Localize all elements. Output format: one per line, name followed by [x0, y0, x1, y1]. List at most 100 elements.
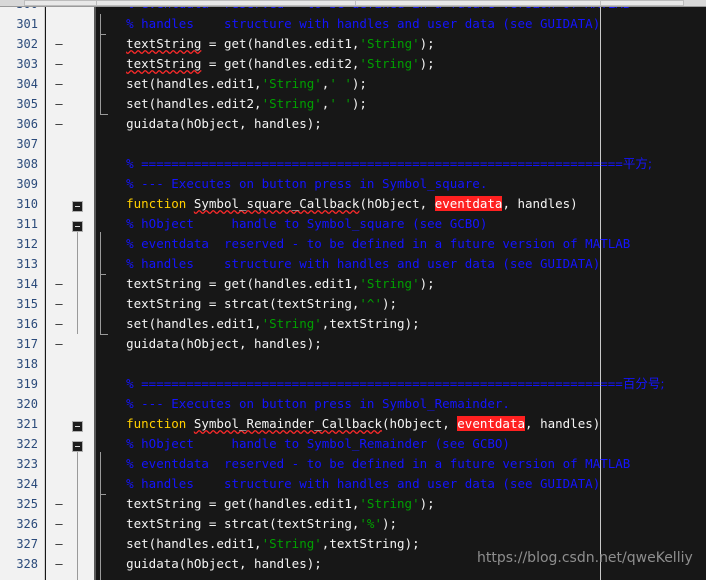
line-number: 322: [16, 437, 38, 451]
executable-line-marker[interactable]: —: [52, 534, 66, 554]
matlab-editor-window: 300 % eventdata reserved - to be defined…: [0, 0, 706, 580]
executable-line-marker[interactable]: —: [52, 554, 66, 574]
code-text: % handles structure with handles and use…: [96, 474, 600, 494]
fold-line-2b: [100, 232, 101, 334]
code-area[interactable]: 300 % eventdata reserved - to be defined…: [0, 0, 706, 580]
code-token: ,textString);: [321, 316, 420, 331]
code-line[interactable]: 306 — guidata(hObject, handles);: [0, 114, 706, 134]
line-number: 326: [16, 517, 38, 531]
fold-branch-3: [100, 494, 106, 495]
fold-toggle-line-321[interactable]: [72, 421, 83, 432]
code-line[interactable]: 317 — guidata(hObject, handles);: [0, 334, 706, 354]
code-token: function: [126, 416, 187, 431]
code-line[interactable]: 302 — textString = get(handles.edit1,'Str…: [0, 34, 706, 54]
code-line[interactable]: 316 — set(handles.edit1,'String',textStri…: [0, 314, 706, 334]
code-text: % hObject handle to Symbol_Remainder (se…: [96, 434, 510, 454]
horizontal-scrollbar[interactable]: [0, 0, 706, 7]
executable-line-marker[interactable]: —: [52, 74, 66, 94]
line-number: 321: [16, 417, 38, 431]
code-line[interactable]: 303 — textString = get(handles.edit2,'Str…: [0, 54, 706, 74]
csdn-watermark: https://blog.csdn.net/qweKelliy: [477, 550, 693, 566]
code-token: set(handles.edit2,: [126, 96, 262, 111]
line-number: 304: [16, 77, 38, 91]
code-token: % handles structure with handles and use…: [126, 476, 601, 491]
executable-line-marker[interactable]: —: [52, 514, 66, 534]
code-line[interactable]: 326 — textString = strcat(textString,'%')…: [0, 514, 706, 534]
code-token: guidata(hObject, handles);: [126, 556, 322, 571]
code-text: textString = get(handles.edit2,'String')…: [96, 54, 435, 74]
line-number: 312: [16, 237, 38, 251]
code-token: ' ': [329, 96, 352, 111]
code-token: % handles structure with handles and use…: [126, 16, 601, 31]
executable-line-marker[interactable]: —: [52, 314, 66, 334]
fold-foot-2: [100, 334, 108, 335]
code-line[interactable]: 304 — set(handles.edit1,'String',' ');: [0, 74, 706, 94]
code-token: % ======================================…: [126, 156, 623, 171]
executable-line-marker[interactable]: —: [52, 294, 66, 314]
executable-line-marker[interactable]: —: [52, 114, 66, 134]
code-line[interactable]: 308 % ==================================…: [0, 154, 706, 174]
code-line[interactable]: 324 % handles structure with handles and…: [0, 474, 706, 494]
code-token: 'String': [261, 316, 322, 331]
executable-line-marker[interactable]: —: [52, 94, 66, 114]
line-number: 327: [16, 537, 38, 551]
code-text: % handles structure with handles and use…: [96, 254, 600, 274]
code-token: '^': [359, 296, 382, 311]
code-line[interactable]: 312 % eventdata reserved - to be defined…: [0, 234, 706, 254]
code-token: Symbol_Remainder_Callback: [193, 416, 383, 431]
code-token: ' ': [329, 76, 352, 91]
code-text: % --- Executes on button press in Symbol…: [96, 394, 510, 414]
code-text: set(handles.edit2,'String',' ');: [96, 94, 367, 114]
code-token: % --- Executes on button press in Symbol…: [126, 176, 488, 191]
code-line[interactable]: 318: [0, 354, 706, 374]
code-line[interactable]: 311 % hObject handle to Symbol_square (s…: [0, 214, 706, 234]
fold-line-3b: [100, 452, 101, 580]
code-line[interactable]: 322 % hObject handle to Symbol_Remainder…: [0, 434, 706, 454]
code-line[interactable]: 301 % handles structure with handles and…: [0, 14, 706, 34]
executable-line-marker[interactable]: —: [52, 494, 66, 514]
code-text: % eventdata reserved - to be defined in …: [96, 454, 630, 474]
code-line[interactable]: 315 — textString = strcat(textString,'^')…: [0, 294, 706, 314]
executable-line-marker[interactable]: —: [52, 34, 66, 54]
code-token: textString: [126, 56, 202, 71]
executable-line-marker[interactable]: —: [52, 334, 66, 354]
code-text: set(handles.edit1,'String',textString);: [96, 534, 420, 554]
line-number: 305: [16, 97, 38, 111]
code-line[interactable]: 305 — set(handles.edit2,'String',' ');: [0, 94, 706, 114]
code-token: );: [381, 296, 398, 311]
code-line[interactable]: 323 % eventdata reserved - to be defined…: [0, 454, 706, 474]
code-text: textString = strcat(textString,'%');: [96, 514, 397, 534]
line-number: 307: [16, 137, 38, 151]
code-line[interactable]: 325 — textString = get(handles.edit1,'Str…: [0, 494, 706, 514]
code-token: set(handles.edit1,: [126, 536, 262, 551]
code-line[interactable]: 307: [0, 134, 706, 154]
line-number: 311: [16, 217, 38, 231]
code-token: % hObject handle to Symbol_square (see G…: [126, 216, 488, 231]
line-number: 318: [16, 357, 38, 371]
code-text: textString = get(handles.edit1,'String')…: [96, 34, 435, 54]
line-number: 320: [16, 397, 38, 411]
code-line[interactable]: 319 % ==================================…: [0, 374, 706, 394]
line-number: 328: [16, 557, 38, 571]
code-text: % ======================================…: [96, 154, 652, 174]
code-token: set(handles.edit1,: [126, 316, 262, 331]
line-number: 313: [16, 257, 38, 271]
code-token: 'String': [359, 36, 420, 51]
code-line[interactable]: 313 % handles structure with handles and…: [0, 254, 706, 274]
code-line[interactable]: 320 % --- Executes on button press in Sy…: [0, 394, 706, 414]
code-line[interactable]: 314 — textString = get(handles.edit1,'Str…: [0, 274, 706, 294]
code-line[interactable]: 309 % --- Executes on button press in Sy…: [0, 174, 706, 194]
executable-line-marker[interactable]: —: [52, 54, 66, 74]
horizontal-scrollbar-thumb[interactable]: [24, 0, 684, 6]
code-token: 'String': [261, 96, 322, 111]
fold-toggle-line-322[interactable]: [72, 441, 83, 452]
fold-toggle-line-310[interactable]: [72, 201, 83, 212]
fold-toggle-line-311[interactable]: [72, 221, 83, 232]
executable-line-marker[interactable]: —: [52, 274, 66, 294]
code-token: textString: [126, 36, 202, 51]
code-token: );: [419, 56, 435, 71]
code-line[interactable]: 310 function Symbol_square_Callback(hObj…: [0, 194, 706, 214]
code-line[interactable]: 321 function Symbol_Remainder_Callback(h…: [0, 414, 706, 434]
fold-line-2: [77, 232, 78, 334]
